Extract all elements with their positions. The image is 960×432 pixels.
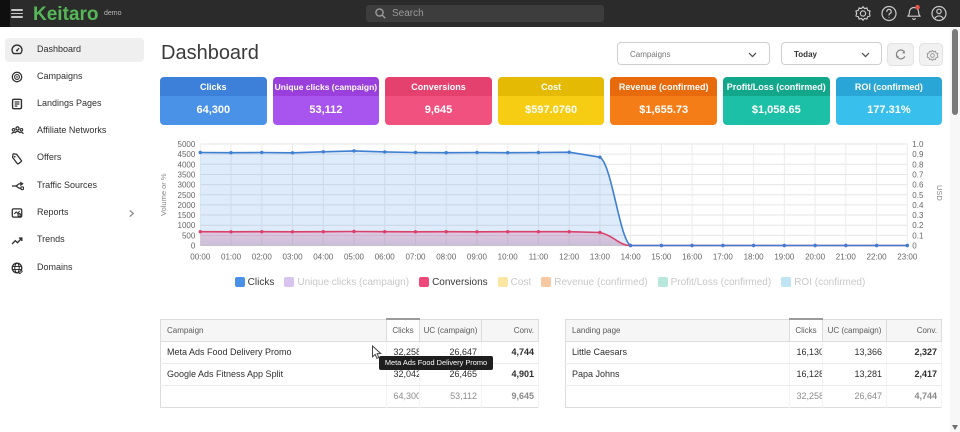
svg-text:15:00: 15:00: [651, 253, 672, 262]
svg-text:3500: 3500: [178, 170, 196, 179]
svg-text:0.3: 0.3: [912, 211, 924, 220]
svg-text:09:00: 09:00: [467, 253, 488, 262]
svg-text:0.9: 0.9: [912, 150, 924, 159]
svg-text:0.4: 0.4: [912, 201, 924, 210]
svg-text:5000: 5000: [178, 140, 196, 149]
svg-text:12:00: 12:00: [559, 253, 580, 262]
svg-text:0.1: 0.1: [912, 231, 924, 240]
svg-text:2500: 2500: [178, 191, 196, 200]
svg-text:0.5: 0.5: [912, 191, 924, 200]
svg-text:07:00: 07:00: [405, 253, 426, 262]
svg-text:10:00: 10:00: [498, 253, 519, 262]
svg-text:23:00: 23:00: [897, 253, 918, 262]
svg-text:02:00: 02:00: [252, 253, 273, 262]
svg-text:4000: 4000: [178, 160, 196, 169]
svg-text:22:00: 22:00: [867, 253, 888, 262]
svg-text:03:00: 03:00: [283, 253, 304, 262]
svg-text:0.2: 0.2: [912, 221, 924, 230]
svg-text:04:00: 04:00: [313, 253, 334, 262]
svg-text:1000: 1000: [178, 221, 196, 230]
svg-text:18:00: 18:00: [744, 253, 765, 262]
svg-text:06:00: 06:00: [375, 253, 396, 262]
svg-text:500: 500: [182, 231, 196, 240]
svg-text:0: 0: [191, 242, 196, 251]
svg-text:3000: 3000: [178, 181, 196, 190]
svg-text:14:00: 14:00: [621, 253, 642, 262]
svg-text:05:00: 05:00: [344, 253, 365, 262]
svg-text:4500: 4500: [178, 150, 196, 159]
svg-text:0.7: 0.7: [912, 170, 924, 179]
svg-text:17:00: 17:00: [713, 253, 734, 262]
svg-text:2000: 2000: [178, 201, 196, 210]
svg-text:19:00: 19:00: [774, 253, 795, 262]
svg-text:11:00: 11:00: [529, 253, 549, 262]
svg-text:20:00: 20:00: [805, 253, 826, 262]
svg-text:1.0: 1.0: [912, 140, 924, 149]
svg-text:00:00: 00:00: [190, 253, 211, 262]
svg-text:Volume or %: Volume or %: [159, 173, 168, 216]
svg-text:0: 0: [912, 242, 917, 251]
svg-text:0.8: 0.8: [912, 160, 924, 169]
svg-text:USD: USD: [935, 185, 944, 201]
svg-text:08:00: 08:00: [436, 253, 457, 262]
svg-text:1500: 1500: [178, 211, 196, 220]
svg-text:13:00: 13:00: [590, 253, 611, 262]
svg-text:0.6: 0.6: [912, 181, 924, 190]
svg-text:01:00: 01:00: [221, 253, 242, 262]
svg-text:16:00: 16:00: [682, 253, 703, 262]
svg-text:21:00: 21:00: [836, 253, 857, 262]
